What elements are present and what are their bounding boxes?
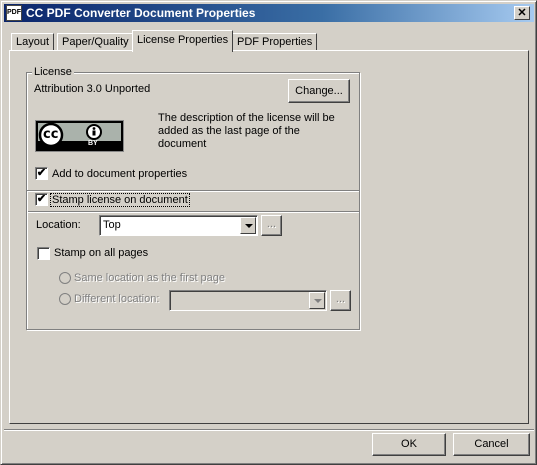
stamp-license-label[interactable]: Stamp license on document — [50, 193, 190, 207]
license-description: The description of the license will be a… — [158, 112, 335, 150]
footer-divider — [4, 429, 534, 431]
by-logo-text: BY — [88, 140, 98, 147]
different-location-label: Different location: — [74, 293, 160, 305]
tab-layout[interactable]: Layout — [11, 33, 55, 51]
location-label: Location: — [36, 219, 81, 231]
license-group-label: License — [32, 66, 74, 78]
different-location-browse-button[interactable]: ... — [330, 290, 351, 311]
stamp-license-checkbox[interactable]: ✔ — [35, 193, 48, 206]
change-license-button[interactable]: Change... — [288, 79, 350, 103]
tab-license-properties[interactable]: License Properties — [132, 30, 234, 52]
chevron-down-icon[interactable] — [240, 217, 256, 234]
different-location-radio[interactable] — [59, 293, 71, 305]
cc-by-license-logo: cc BY — [35, 120, 124, 152]
chevron-down-icon[interactable] — [309, 292, 325, 309]
cc-logo-text: cc — [43, 127, 59, 142]
checkmark-icon: ✔ — [36, 193, 47, 205]
close-button[interactable]: ✕ — [514, 6, 530, 20]
same-location-label: Same location as the first page — [74, 272, 226, 284]
cancel-button[interactable]: Cancel — [453, 433, 530, 456]
add-to-properties-label[interactable]: Add to document properties — [52, 168, 187, 180]
location-select[interactable]: Top — [99, 215, 258, 236]
checkmark-icon: ✔ — [36, 167, 47, 179]
location-value: Top — [103, 219, 121, 231]
same-location-radio[interactable] — [59, 272, 71, 284]
title-bar[interactable]: PDF CC PDF Converter Document Properties… — [4, 4, 534, 22]
change-button-label: Change... — [295, 85, 343, 97]
license-name: Attribution 3.0 Unported — [34, 83, 151, 95]
ok-button[interactable]: OK — [372, 433, 446, 456]
dialog-window: PDF CC PDF Converter Document Properties… — [0, 0, 537, 465]
stamp-all-pages-checkbox[interactable] — [37, 247, 50, 260]
window-title: CC PDF Converter Document Properties — [26, 6, 256, 20]
tab-paper-quality[interactable]: Paper/Quality — [57, 33, 134, 51]
stamp-all-pages-label[interactable]: Stamp on all pages — [54, 247, 148, 259]
tab-pdf-properties[interactable]: PDF Properties — [232, 33, 318, 51]
add-to-properties-checkbox[interactable]: ✔ — [35, 167, 48, 180]
different-location-select[interactable] — [169, 290, 327, 311]
tab-panel: License Attribution 3.0 Unported Change.… — [9, 50, 529, 424]
location-browse-button[interactable]: ... — [261, 215, 282, 236]
app-icon: PDF — [6, 5, 22, 21]
